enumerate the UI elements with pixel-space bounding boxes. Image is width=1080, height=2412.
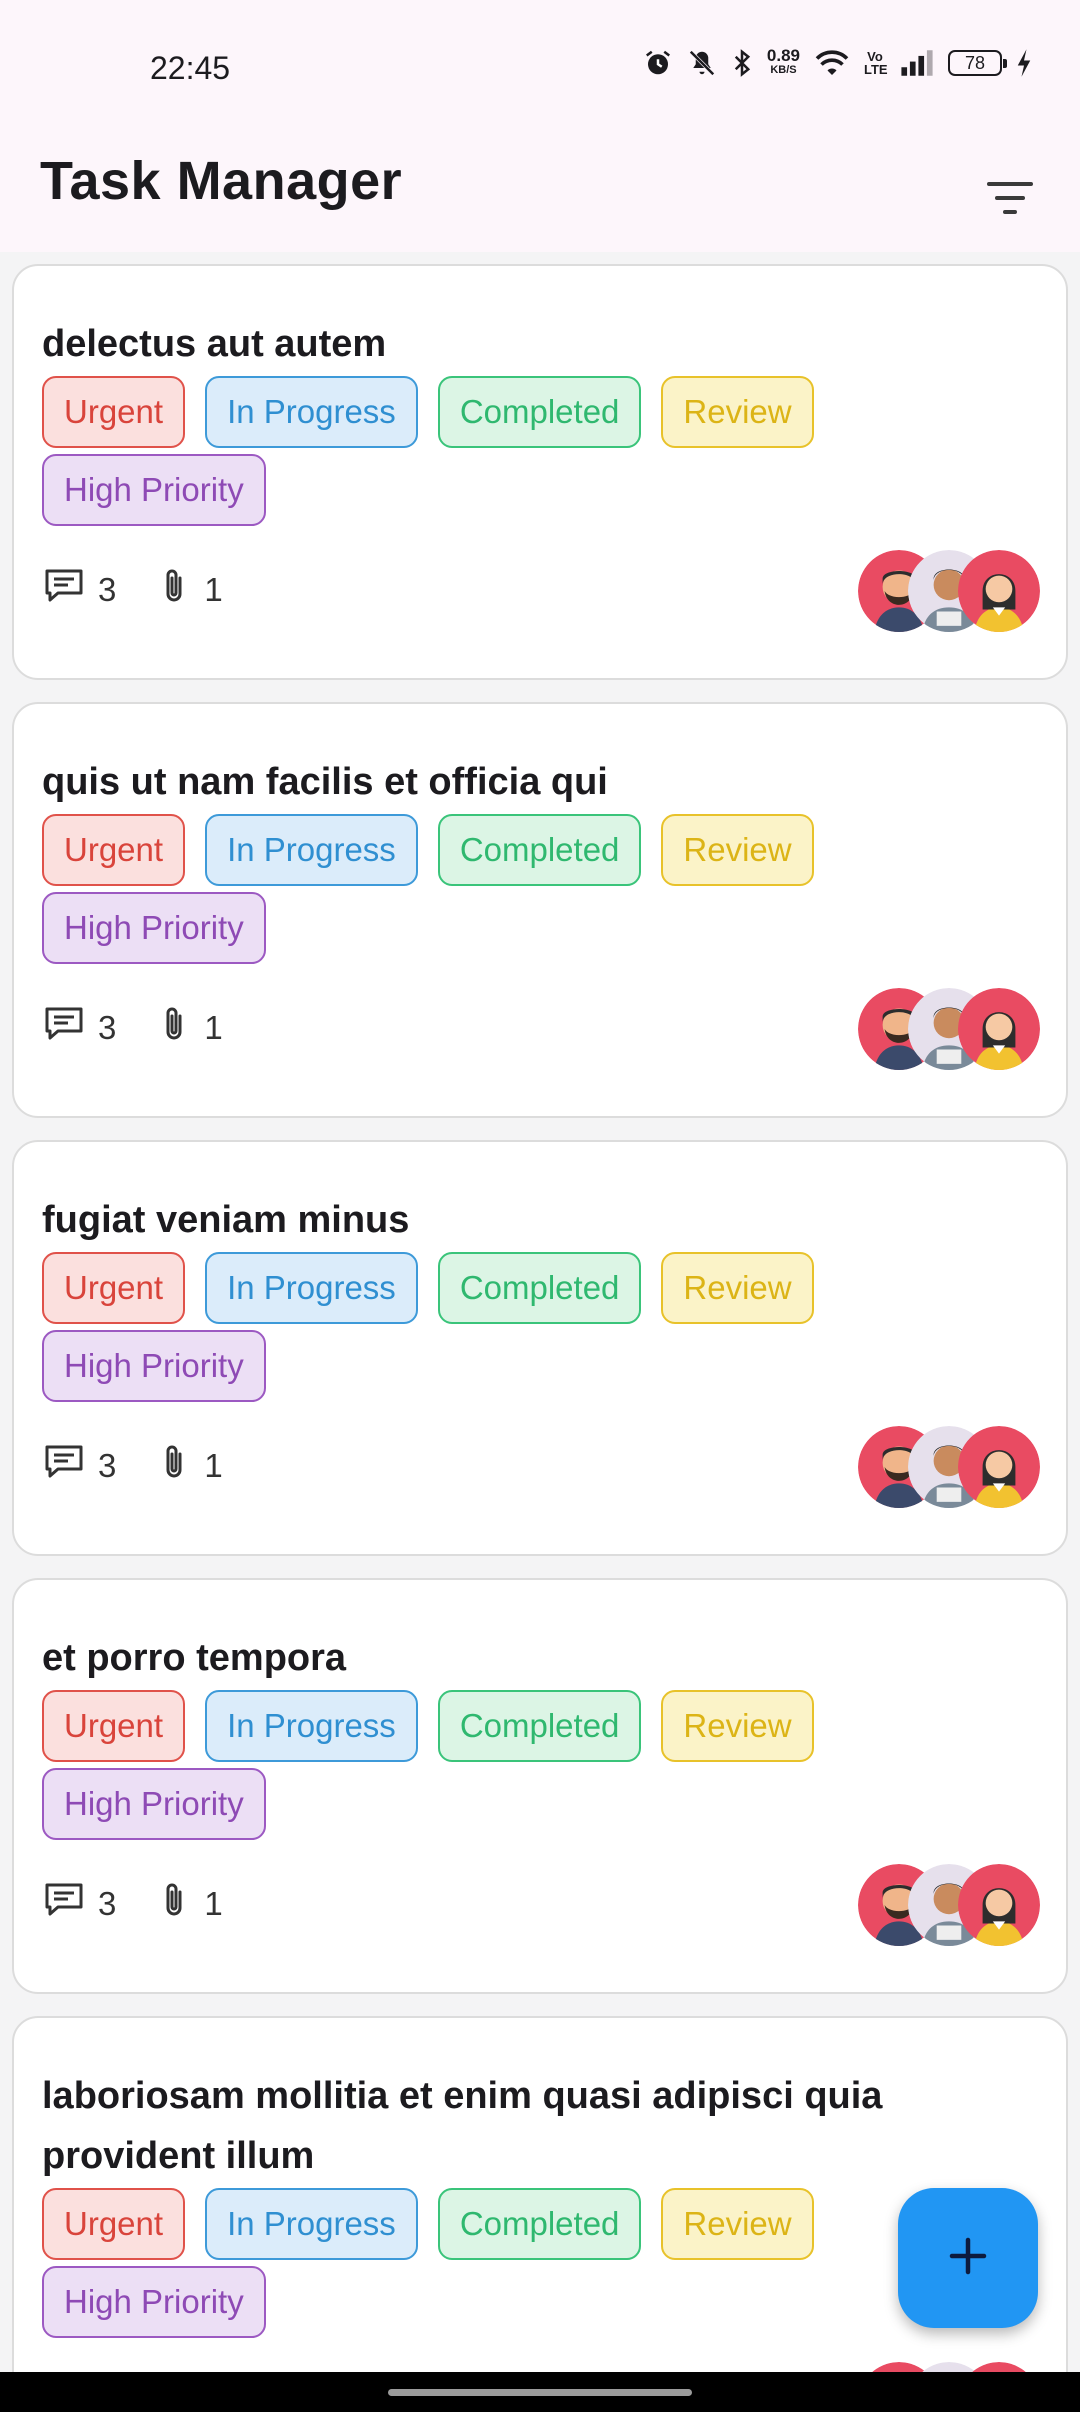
tag-in-progress[interactable]: In Progress (205, 1690, 418, 1762)
tag-list: Urgent In Progress Completed Review High… (42, 2188, 982, 2342)
tag-completed[interactable]: Completed (437, 814, 642, 886)
tag-urgent[interactable]: Urgent (42, 1690, 186, 1762)
task-card[interactable]: delectus aut autem Urgent In Progress Co… (12, 264, 1068, 680)
attachment-count: 1 (204, 1447, 223, 1484)
volte-indicator: Vo LTE (864, 49, 888, 77)
system-nav-bar (0, 2372, 1080, 2412)
tag-review[interactable]: Review (661, 2188, 814, 2260)
comment-icon (44, 568, 84, 612)
assignee-avatars[interactable] (858, 550, 1040, 634)
task-list[interactable]: delectus aut autem Urgent In Progress Co… (0, 264, 1080, 2372)
task-meta: 3 1 (44, 1004, 267, 1052)
tag-high-priority[interactable]: High Priority (42, 2266, 266, 2338)
assignee-avatars[interactable] (858, 988, 1040, 1072)
task-card[interactable]: quis ut nam facilis et officia qui Urgen… (12, 702, 1068, 1118)
tag-high-priority[interactable]: High Priority (42, 1768, 266, 1840)
add-task-button[interactable] (898, 2188, 1038, 2328)
page-title: Task Manager (40, 151, 403, 211)
tag-completed[interactable]: Completed (437, 1690, 642, 1762)
task-title: et porro tempora (42, 1637, 347, 1679)
alarm-icon (643, 48, 673, 78)
tag-in-progress[interactable]: In Progress (205, 376, 418, 448)
tag-high-priority[interactable]: High Priority (42, 892, 266, 964)
plus-icon (946, 2234, 990, 2283)
comment-icon (44, 1006, 84, 1050)
comment-icon (44, 1444, 84, 1488)
task-title: quis ut nam facilis et officia qui (42, 761, 608, 803)
status-bar: 22:45 0.89 KB/S Vo LTE 78 (0, 0, 1080, 140)
tag-list: Urgent In Progress Completed Review High… (42, 1252, 982, 1406)
tag-high-priority[interactable]: High Priority (42, 1330, 266, 1402)
attachment-icon (160, 566, 190, 614)
status-icons: 0.89 KB/S Vo LTE 78 (643, 46, 1032, 78)
tag-review[interactable]: Review (661, 1690, 814, 1762)
comment-count: 3 (98, 1885, 117, 1922)
task-meta: 3 1 (44, 1880, 267, 1928)
tag-completed[interactable]: Completed (437, 1252, 642, 1324)
tag-in-progress[interactable]: In Progress (205, 814, 418, 886)
comment-icon (44, 1882, 84, 1926)
attachment-icon (160, 1442, 190, 1490)
bluetooth-icon (731, 48, 753, 78)
tag-high-priority[interactable]: High Priority (42, 454, 266, 526)
attachment-count: 1 (204, 571, 223, 608)
assignee-avatars[interactable] (858, 1864, 1040, 1948)
tag-review[interactable]: Review (661, 814, 814, 886)
wifi-icon (814, 48, 850, 78)
assignee-avatars[interactable] (858, 1426, 1040, 1510)
avatar (958, 988, 1040, 1070)
attachment-count: 1 (204, 1009, 223, 1046)
tag-review[interactable]: Review (661, 1252, 814, 1324)
avatar (958, 1426, 1040, 1508)
tag-list: Urgent In Progress Completed Review High… (42, 1690, 982, 1844)
task-meta: 3 1 (44, 1442, 267, 1490)
net-speed: 0.89 KB/S (766, 46, 800, 76)
comment-count: 3 (98, 1447, 117, 1484)
task-card[interactable]: fugiat veniam minus Urgent In Progress C… (12, 1140, 1068, 1556)
avatar (958, 1864, 1040, 1946)
avatar (958, 550, 1040, 632)
mute-icon (687, 48, 717, 78)
tag-completed[interactable]: Completed (437, 2188, 642, 2260)
tag-in-progress[interactable]: In Progress (205, 2188, 418, 2260)
attachment-icon (160, 1004, 190, 1052)
tag-list: Urgent In Progress Completed Review High… (42, 814, 982, 968)
filter-button[interactable] (970, 160, 1050, 240)
task-title: laboriosam mollitia et enim quasi adipis… (42, 2075, 883, 2177)
status-time: 22:45 (150, 50, 231, 86)
battery-indicator: 78 (948, 50, 1007, 76)
task-card[interactable]: et porro tempora Urgent In Progress Comp… (12, 1578, 1068, 1994)
attachment-count: 1 (204, 1885, 223, 1922)
comment-count: 3 (98, 571, 117, 608)
tag-list: Urgent In Progress Completed Review High… (42, 376, 982, 530)
charging-icon (1016, 48, 1032, 78)
task-title: delectus aut autem (42, 323, 387, 365)
home-gesture-handle[interactable] (388, 2389, 692, 2396)
task-title: fugiat veniam minus (42, 1199, 410, 1241)
signal-icon (900, 50, 934, 76)
tag-urgent[interactable]: Urgent (42, 376, 186, 448)
filter-icon (985, 178, 1035, 223)
tag-in-progress[interactable]: In Progress (205, 1252, 418, 1324)
app-bar: Task Manager (0, 140, 1080, 252)
task-meta: 3 1 (44, 566, 267, 614)
tag-urgent[interactable]: Urgent (42, 1252, 186, 1324)
tag-review[interactable]: Review (661, 376, 814, 448)
attachment-icon (160, 1880, 190, 1928)
tag-completed[interactable]: Completed (437, 376, 642, 448)
comment-count: 3 (98, 1009, 117, 1046)
assignee-avatars[interactable] (858, 2362, 1038, 2372)
tag-urgent[interactable]: Urgent (42, 2188, 186, 2260)
tag-urgent[interactable]: Urgent (42, 814, 186, 886)
